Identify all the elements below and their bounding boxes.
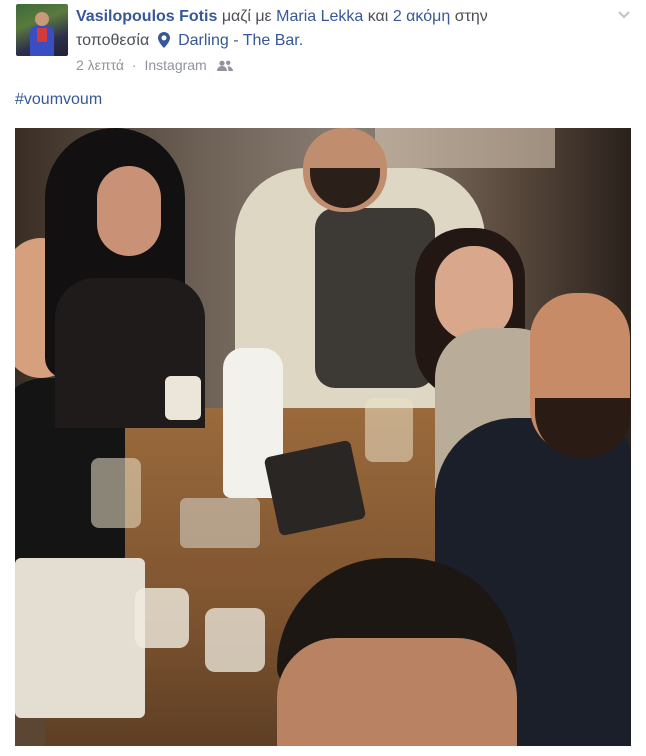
map-pin-icon: [157, 32, 170, 55]
author-name-link[interactable]: Vasilopoulos Fotis: [76, 8, 217, 25]
location-link[interactable]: Darling - The Bar.: [178, 32, 303, 49]
photo-glass-1: [91, 458, 141, 528]
photo-glass-4: [205, 608, 265, 672]
with-text: μαζί με: [221, 8, 272, 25]
post-header: Vasilopoulos Fotis μαζί με Maria Lekka κ…: [14, 4, 632, 84]
location-prefix-2: τοποθεσία: [76, 32, 150, 49]
and-text: και: [367, 8, 389, 25]
photo-glass-2: [365, 398, 413, 462]
photo-person-right-woman-face: [435, 246, 513, 341]
post-title-line-2: τοποθεσία Darling - The Bar.: [76, 30, 596, 55]
post-title-line-1: Vasilopoulos Fotis μαζί με Maria Lekka κ…: [76, 6, 616, 28]
post-hashtag-link[interactable]: #voumvoum: [15, 91, 102, 109]
author-avatar[interactable]: [16, 4, 68, 56]
meta-dot: ·: [131, 57, 137, 73]
post-time-link[interactable]: 2 λεπτά: [76, 57, 124, 73]
photo-cup: [165, 376, 201, 420]
photo-ashtray: [180, 498, 260, 548]
others-link[interactable]: 2 ακόμη: [393, 8, 450, 25]
chevron-down-icon[interactable]: [616, 6, 632, 22]
avatar-figure-head: [35, 12, 49, 26]
friends-icon[interactable]: [216, 59, 233, 75]
photo-foreground-man-face: [277, 638, 517, 746]
source-link[interactable]: Instagram: [144, 57, 206, 73]
tagged-person-link[interactable]: Maria Lekka: [276, 8, 363, 25]
avatar-figure-stripe: [37, 28, 47, 42]
photo-window-light: [375, 128, 555, 168]
post-meta: 2 λεπτά · Instagram: [76, 57, 233, 75]
post-photo[interactable]: [15, 128, 631, 746]
photo-glass-3: [135, 588, 189, 648]
photo-person-2-face: [97, 166, 161, 256]
location-prefix-1: στην: [454, 8, 488, 25]
photo-tray: [15, 558, 145, 718]
